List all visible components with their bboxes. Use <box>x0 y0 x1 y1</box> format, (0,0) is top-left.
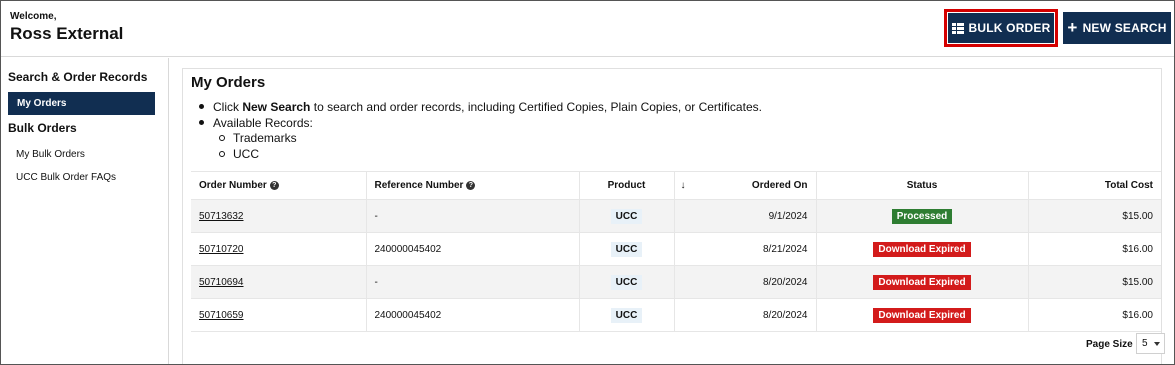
product-badge: UCC <box>610 241 643 257</box>
my-orders-panel: My Orders Click New Search to search and… <box>182 68 1165 364</box>
col-header-reference-number[interactable]: Reference Number? <box>366 171 580 200</box>
cell-product: UCC <box>579 199 675 233</box>
table-row: 50710659 240000045402 UCC 8/20/2024 Download… <box>191 298 1161 332</box>
col-header-ordered-on[interactable]: ↓ Ordered On <box>674 171 817 200</box>
top-header: Welcome, Ross External BULK ORDER + NEW … <box>1 1 1174 57</box>
page-title: My Orders <box>191 74 266 91</box>
bulk-order-label: BULK ORDER <box>968 21 1051 35</box>
circle-bullet-icon <box>219 134 225 141</box>
cell-product: UCC <box>579 298 675 332</box>
list-grid-icon <box>951 22 964 34</box>
cell-status: Processed <box>816 199 1029 233</box>
cell-order-number: 50710720 <box>191 232 367 266</box>
cell-total-cost: $15.00 <box>1028 199 1161 233</box>
sidebar-item-my-orders[interactable]: My Orders <box>8 92 155 115</box>
cell-reference-number: 240000045402 <box>366 232 580 266</box>
cell-reference-number: 240000045402 <box>366 298 580 332</box>
cell-reference-number: - <box>366 265 580 299</box>
status-badge: Download Expired <box>873 241 971 257</box>
cell-ordered-on: 9/1/2024 <box>674 199 817 233</box>
sidebar: Search & Order Records My Orders Bulk Or… <box>1 58 169 364</box>
sub-bullet-trademarks: Trademarks <box>219 131 297 145</box>
cell-product: UCC <box>579 232 675 266</box>
sidebar-item-my-bulk-orders[interactable]: My Bulk Orders <box>16 149 85 160</box>
cell-status: Download Expired <box>816 298 1029 332</box>
new-search-label: NEW SEARCH <box>1082 21 1167 35</box>
status-badge: Download Expired <box>873 307 971 323</box>
bullet-icon <box>199 120 204 126</box>
order-number-link[interactable]: 50710659 <box>199 310 244 321</box>
order-number-link[interactable]: 50713632 <box>199 211 244 222</box>
cell-order-number: 50710694 <box>191 265 367 299</box>
bullet-icon <box>199 104 204 110</box>
cell-total-cost: $15.00 <box>1028 265 1161 299</box>
bullet-text: Click <box>213 100 239 114</box>
user-name: Ross External <box>10 24 124 43</box>
page-size-select[interactable]: 5 <box>1136 333 1165 354</box>
plus-icon: + <box>1067 17 1078 37</box>
bulk-order-button[interactable]: BULK ORDER <box>948 13 1054 43</box>
cell-ordered-on: 8/20/2024 <box>674 298 817 332</box>
sidebar-item-ucc-bulk-faqs[interactable]: UCC Bulk Order FAQs <box>16 172 116 183</box>
cell-status: Download Expired <box>816 265 1029 299</box>
status-badge: Processed <box>891 208 953 224</box>
cell-ordered-on: 8/20/2024 <box>674 265 817 299</box>
product-badge: UCC <box>610 307 643 323</box>
cell-total-cost: $16.00 <box>1028 298 1161 332</box>
col-header-status[interactable]: Status <box>816 171 1029 200</box>
bulk-order-highlight: BULK ORDER <box>944 9 1058 47</box>
sidebar-section-search-order: Search & Order Records <box>8 70 148 84</box>
product-badge: UCC <box>610 208 643 224</box>
col-header-order-number[interactable]: Order Number? <box>191 171 367 200</box>
cell-status: Download Expired <box>816 232 1029 266</box>
page-size-label: Page Size <box>1086 339 1133 350</box>
help-icon[interactable]: ? <box>466 180 476 190</box>
col-header-product[interactable]: Product <box>579 171 675 200</box>
bullet-text: Available Records: <box>213 116 313 130</box>
instruction-bullet-2: Available Records: <box>199 116 313 130</box>
cell-ordered-on: 8/21/2024 <box>674 232 817 266</box>
table-row: 50710720 240000045402 UCC 8/21/2024 Download… <box>191 232 1161 266</box>
sort-down-icon[interactable]: ↓ <box>681 180 686 191</box>
cell-reference-number: - <box>366 199 580 233</box>
table-header-row: Order Number? Reference Number? Product … <box>191 171 1161 200</box>
table-row: 50710694 - UCC 8/20/2024 Download Expired $15… <box>191 265 1161 299</box>
welcome-text: Welcome, <box>10 11 57 22</box>
cell-total-cost: $16.00 <box>1028 232 1161 266</box>
product-badge: UCC <box>610 274 643 290</box>
caret-down-icon <box>1154 342 1160 346</box>
sub-bullet-ucc: UCC <box>219 147 259 161</box>
cell-product: UCC <box>579 265 675 299</box>
help-icon[interactable]: ? <box>269 180 279 190</box>
bullet-text: to search and order records, including C… <box>313 100 762 114</box>
status-badge: Download Expired <box>873 274 971 290</box>
cell-order-number: 50710659 <box>191 298 367 332</box>
cell-order-number: 50713632 <box>191 199 367 233</box>
order-number-link[interactable]: 50710720 <box>199 244 244 255</box>
order-number-link[interactable]: 50710694 <box>199 277 244 288</box>
instruction-bullet-1: Click New Search to search and order rec… <box>199 100 762 114</box>
table-row: 50713632 - UCC 9/1/2024 Processed $15.00 <box>191 199 1161 233</box>
orders-table: Order Number? Reference Number? Product … <box>191 171 1161 332</box>
col-header-total-cost[interactable]: Total Cost <box>1028 171 1161 200</box>
sidebar-section-bulk-orders: Bulk Orders <box>8 121 77 135</box>
new-search-button[interactable]: + NEW SEARCH <box>1063 12 1171 44</box>
bullet-bold-text: New Search <box>242 100 311 114</box>
circle-bullet-icon <box>219 150 225 157</box>
